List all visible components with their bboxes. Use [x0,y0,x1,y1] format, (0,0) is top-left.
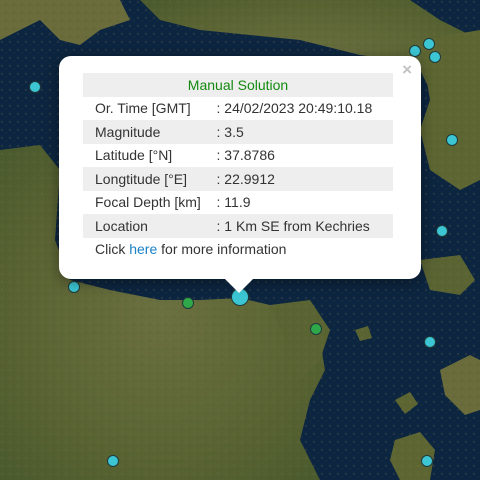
event-marker[interactable] [29,81,41,93]
event-marker[interactable] [182,297,194,309]
event-marker[interactable] [424,336,436,348]
more-info-text: Click here for more information [83,238,393,262]
event-marker[interactable] [421,455,433,467]
close-icon[interactable]: × [402,61,412,78]
info-label: Latitude [°N] [95,147,173,164]
event-marker[interactable] [446,134,458,146]
info-value: : 37.8786 [216,147,275,164]
footer-suffix: for more information [161,241,287,258]
info-value: : 3.5 [216,120,393,144]
event-marker[interactable] [429,51,441,63]
info-label: Magnitude [83,120,217,144]
info-label: Longtitude [°E] [83,167,217,191]
event-marker[interactable] [436,225,448,237]
info-value: : 22.9912 [216,167,393,191]
info-label: Or. Time [GMT] [95,100,191,117]
info-value: : 24/02/2023 20:49:10.18 [216,100,373,117]
info-value: : 11.9 [216,194,251,211]
footer-prefix: Click [95,241,126,258]
info-label: Location [83,214,217,238]
info-label: Focal Depth [km] [95,194,201,211]
popup-footer: Click here for more information [83,238,393,262]
event-marker[interactable] [423,38,435,50]
info-row: Location : 1 Km SE from Kechries [83,214,393,238]
popup-title-row: Manual Solution [83,73,393,97]
event-popup: × Manual Solution Or. Time [GMT] : 24/02… [59,56,421,279]
popup-tip [224,278,254,293]
info-row: Latitude [°N] : 37.8786 [83,144,393,168]
event-marker[interactable] [68,281,80,293]
event-marker[interactable] [310,323,322,335]
event-marker[interactable] [107,455,119,467]
info-row: Or. Time [GMT] : 24/02/2023 20:49:10.18 [83,97,393,121]
event-info-table: Manual Solution Or. Time [GMT] : 24/02/2… [83,73,393,261]
info-row: Focal Depth [km] : 11.9 [83,191,393,215]
info-row: Magnitude : 3.5 [83,120,393,144]
info-row: Longtitude [°E] : 22.9912 [83,167,393,191]
info-value: : 1 Km SE from Kechries [216,214,393,238]
popup-title: Manual Solution [83,73,393,97]
more-info-link[interactable]: here [129,241,157,257]
